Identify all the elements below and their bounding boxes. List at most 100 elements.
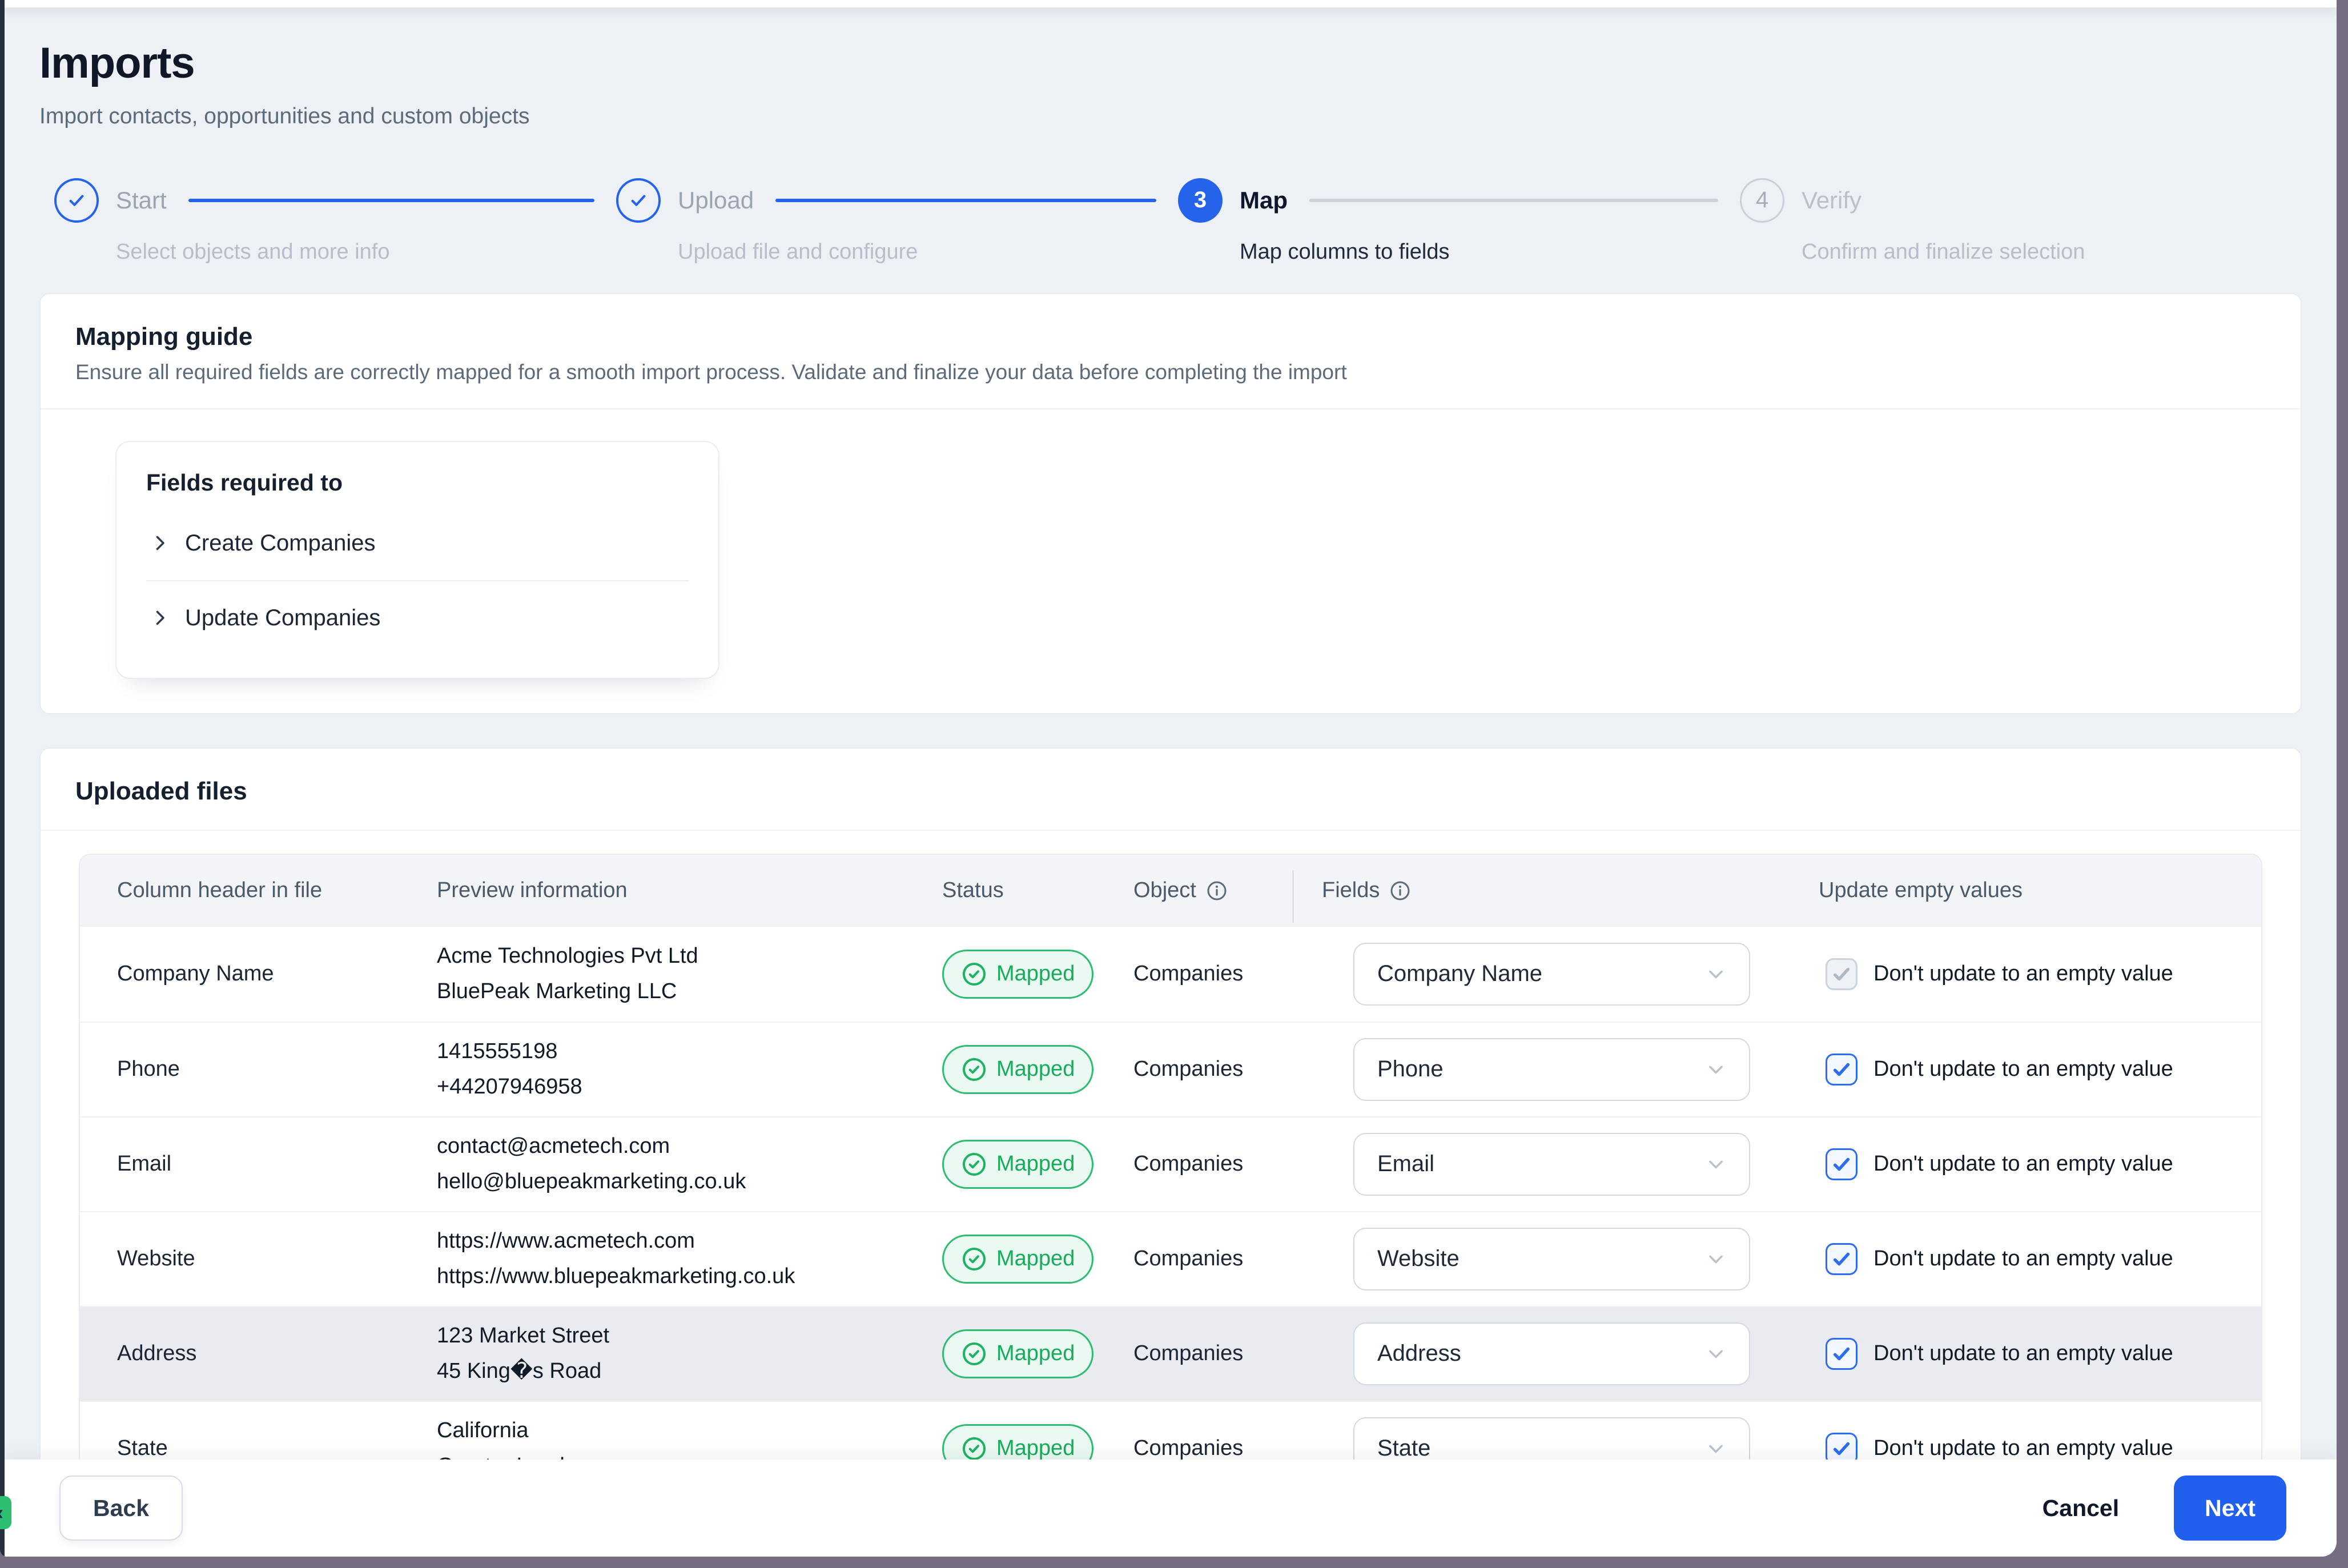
header-preview-information: Preview information: [437, 878, 942, 903]
status-badge-label: Mapped: [996, 1057, 1075, 1081]
cell-column-header: State: [80, 1436, 437, 1461]
step-label: Upload: [678, 187, 754, 214]
back-button[interactable]: Back: [59, 1475, 183, 1541]
chevron-right-icon: [150, 533, 170, 553]
fields-required-item[interactable]: Update Companies: [146, 580, 689, 655]
next-button[interactable]: Next: [2174, 1475, 2286, 1541]
table-header-row: Column header in file Preview informatio…: [80, 855, 2261, 927]
checkbox-label: Don't update to an empty value: [1873, 1247, 2173, 1271]
chevron-down-icon: [1703, 1247, 1728, 1272]
mapping-guide-card: Mapping guide Ensure all required fields…: [39, 293, 2302, 714]
status-badge-label: Mapped: [996, 1247, 1075, 1271]
field-select[interactable]: Company Name: [1353, 943, 1750, 1006]
preview-line: hello@bluepeakmarketing.co.uk: [437, 1168, 942, 1196]
fields-info-icon[interactable]: [1389, 879, 1412, 902]
checkmark-icon: [1831, 1438, 1852, 1460]
mapping-guide-body: Fields required to Create Companies Upda…: [41, 409, 2301, 713]
mapping-guide-subtitle: Ensure all required fields are correctly…: [75, 360, 2266, 384]
preview-line: California: [437, 1417, 942, 1445]
fields-required-item-label: Update Companies: [185, 605, 380, 631]
cell-column-header: Phone: [80, 1057, 437, 1081]
cell-preview: contact@acmetech.com hello@bluepeakmarke…: [437, 1133, 942, 1195]
chevron-right-icon: [150, 608, 170, 628]
chevron-down-icon: [1703, 962, 1728, 987]
stepper-step[interactable]: Start Select objects and more info: [54, 178, 616, 264]
cell-fields: Company Name: [1322, 943, 1819, 1006]
table-row: Phone 1415555198 +44207946958 Mapped Com…: [80, 1022, 2261, 1116]
check-circle-icon: [961, 1436, 987, 1462]
step-number: 3: [1194, 187, 1207, 213]
cell-status: Mapped: [942, 1329, 1133, 1378]
check-circle-icon: [961, 1341, 987, 1367]
mapping-table: Column header in file Preview informatio…: [79, 854, 2262, 1495]
step-description: Select objects and more info: [116, 240, 616, 264]
table-row: Address 123 Market Street 45 King�s Road…: [80, 1306, 2261, 1401]
fields-required-list: Create Companies Update Companies: [146, 506, 689, 655]
step-number: 4: [1756, 187, 1768, 213]
uploaded-files-title: Uploaded files: [75, 777, 2266, 806]
fields-required-item-label: Create Companies: [185, 530, 376, 556]
fields-required-item[interactable]: Create Companies: [146, 506, 689, 580]
empty-value-checkbox[interactable]: [1826, 1338, 1858, 1370]
step-indicator: [616, 178, 661, 223]
header-fields-label: Fields: [1322, 878, 1380, 903]
step-indicator: 4: [1740, 178, 1784, 223]
preview-line: 1415555198: [437, 1038, 942, 1066]
cell-status: Mapped: [942, 950, 1133, 999]
page-subtitle: Import contacts, opportunities and custo…: [39, 102, 2302, 131]
status-badge-label: Mapped: [996, 1436, 1075, 1461]
cell-fields: Phone: [1322, 1038, 1819, 1101]
preview-line: Acme Technologies Pvt Ltd: [437, 943, 942, 970]
cell-status: Mapped: [942, 1235, 1133, 1284]
sidebar-edge: [0, 0, 5, 1557]
empty-value-checkbox[interactable]: [1826, 1148, 1858, 1180]
step-top: Start: [54, 178, 616, 223]
cell-update-empty: Don't update to an empty value: [1819, 1243, 2261, 1275]
cell-preview: 1415555198 +44207946958: [437, 1038, 942, 1100]
stepper-step[interactable]: 4 Verify Confirm and finalize selection: [1740, 178, 2302, 264]
empty-value-checkbox[interactable]: [1826, 1054, 1858, 1085]
chevron-down-icon: [1703, 1341, 1728, 1366]
step-connector: [775, 199, 1156, 202]
field-select[interactable]: Address: [1353, 1322, 1750, 1385]
field-select-value: Phone: [1377, 1056, 1444, 1082]
status-badge: Mapped: [942, 1140, 1093, 1189]
sidebar-collapse-tab[interactable]: «: [0, 1496, 11, 1529]
status-badge-label: Mapped: [996, 962, 1075, 986]
desktop: Imports Import contacts, opportunities a…: [0, 0, 2348, 1568]
stepper-step[interactable]: Upload Upload file and configure: [616, 178, 1178, 264]
cell-object: Companies: [1133, 962, 1322, 986]
page-title: Imports: [39, 39, 2302, 87]
cell-preview: 123 Market Street 45 King�s Road: [437, 1322, 942, 1385]
fields-required-title: Fields required to: [146, 469, 689, 496]
check-circle-icon: [961, 1056, 987, 1083]
preview-line: https://www.acmetech.com: [437, 1228, 942, 1255]
table-row: Company Name Acme Technologies Pvt Ltd B…: [80, 927, 2261, 1022]
status-badge-label: Mapped: [996, 1341, 1075, 1366]
empty-value-checkbox[interactable]: [1826, 1243, 1858, 1275]
fields-required-box: Fields required to Create Companies Upda…: [115, 441, 719, 679]
field-select[interactable]: Email: [1353, 1133, 1750, 1196]
step-connector: [1309, 199, 1718, 202]
empty-value-checkbox[interactable]: [1826, 958, 1858, 990]
field-select[interactable]: Website: [1353, 1228, 1750, 1290]
field-select[interactable]: Phone: [1353, 1038, 1750, 1101]
uploaded-files-card: Uploaded files Column header in file Pre…: [39, 747, 2302, 1495]
cell-update-empty: Don't update to an empty value: [1819, 958, 2261, 990]
checkbox-label: Don't update to an empty value: [1873, 962, 2173, 986]
field-select-value: Website: [1377, 1246, 1460, 1272]
cell-column-header: Company Name: [80, 962, 437, 986]
object-info-icon[interactable]: [1205, 879, 1228, 902]
cell-object: Companies: [1133, 1436, 1322, 1461]
footer-actions: Cancel Next: [2043, 1475, 2286, 1541]
stepper-step[interactable]: 3 Map Map columns to fields: [1178, 178, 1740, 264]
step-description: Upload file and configure: [678, 240, 1178, 264]
step-indicator: [54, 178, 99, 223]
cell-fields: Website: [1322, 1228, 1819, 1290]
checkmark-icon: [1831, 1153, 1852, 1175]
preview-line: BluePeak Marketing LLC: [437, 978, 942, 1006]
step-connector: [188, 199, 594, 202]
cancel-button[interactable]: Cancel: [2043, 1495, 2119, 1522]
cell-column-header: Email: [80, 1152, 437, 1176]
step-label: Verify: [1802, 187, 1861, 214]
